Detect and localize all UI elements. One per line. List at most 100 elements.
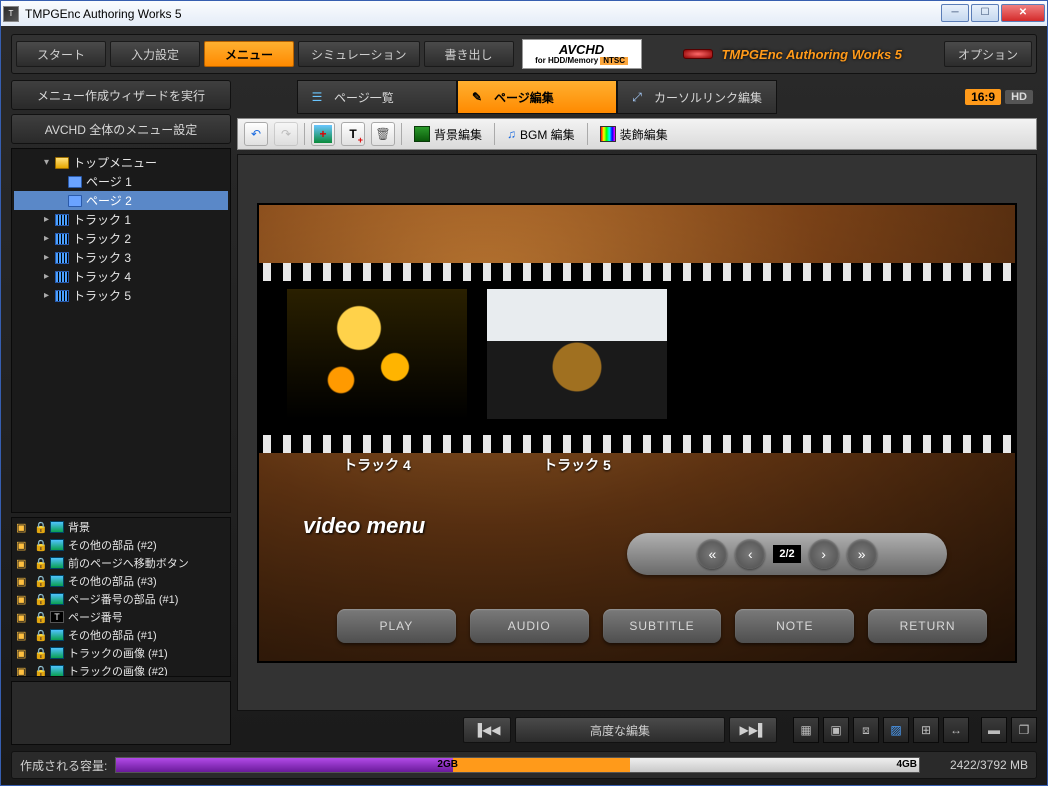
layout-button[interactable]: ⊞ bbox=[913, 717, 939, 743]
lock-icon[interactable]: 🔒 bbox=[34, 557, 46, 570]
edit-bgm-button[interactable]: ♫ BGM 編集 bbox=[501, 126, 581, 143]
window-close-button[interactable]: ✕ bbox=[1001, 4, 1045, 22]
page-indicator: 2/2 bbox=[773, 545, 800, 563]
layer-item[interactable]: ▣🔒その他の部品 (#3) bbox=[12, 572, 230, 590]
advanced-edit-button[interactable]: 高度な編集 bbox=[515, 717, 725, 743]
menu-play-button[interactable]: PLAY bbox=[337, 609, 456, 643]
delete-button[interactable]: 🗑 bbox=[371, 122, 395, 146]
tab-simulation[interactable]: シミュレーション bbox=[298, 41, 420, 67]
editor-canvas[interactable]: トラック 4 トラック 5 video menu « ‹ 2/2 › » PLA… bbox=[237, 154, 1037, 711]
edit-background-button[interactable]: 背景編集 bbox=[408, 126, 488, 143]
tree-page-2[interactable]: ページ 2 bbox=[14, 191, 228, 210]
window-minimize-button[interactable]: ─ bbox=[941, 4, 969, 22]
eye-icon[interactable]: ▣ bbox=[16, 629, 30, 642]
single-view-button[interactable]: ▬ bbox=[981, 717, 1007, 743]
tab-menu[interactable]: メニュー bbox=[204, 41, 294, 67]
music-icon: ♫ bbox=[507, 127, 516, 141]
last-page-button[interactable]: » bbox=[847, 539, 877, 569]
film-icon bbox=[55, 252, 69, 264]
tree-track-3[interactable]: ▸トラック 3 bbox=[14, 248, 228, 267]
menu-subtitle-button[interactable]: SUBTITLE bbox=[603, 609, 722, 643]
track-5-thumbnail[interactable] bbox=[487, 289, 667, 419]
subtab-cursor-link[interactable]: ⤢ カーソルリンク編集 bbox=[617, 80, 777, 114]
aspect-indicator: 16:9 HD bbox=[965, 80, 1037, 114]
safe-area-button[interactable]: ▣ bbox=[823, 717, 849, 743]
eye-icon[interactable]: ▣ bbox=[16, 593, 30, 606]
layer-item[interactable]: ▣🔒トラックの画像 (#2) bbox=[12, 662, 230, 677]
tree-top-menu[interactable]: ▾トップメニュー bbox=[14, 153, 228, 172]
lock-icon[interactable]: 🔒 bbox=[34, 521, 46, 534]
add-text-button[interactable]: T+ bbox=[341, 122, 365, 146]
select-all-button[interactable]: ▨ bbox=[883, 717, 909, 743]
layer-type-icon bbox=[50, 557, 64, 569]
track-4-label: トラック 4 bbox=[287, 455, 467, 475]
menu-audio-button[interactable]: AUDIO bbox=[470, 609, 589, 643]
canvas-bottom-bar: ▐◀◀ 高度な編集 ▶▶▌ ▦ ▣ ⧈ ▨ ⊞ ↔ ▬ ❐ bbox=[237, 715, 1037, 745]
tab-input[interactable]: 入力設定 bbox=[110, 41, 200, 67]
eye-icon[interactable]: ▣ bbox=[16, 557, 30, 570]
layer-list[interactable]: ▣🔒背景 ▣🔒その他の部品 (#2) ▣🔒前のページへ移動ボタン ▣🔒その他の部… bbox=[11, 517, 231, 677]
menu-note-button[interactable]: NOTE bbox=[735, 609, 854, 643]
lock-icon[interactable]: 🔒 bbox=[34, 539, 46, 552]
tree-track-2[interactable]: ▸トラック 2 bbox=[14, 229, 228, 248]
format-badge: AVCHD for HDD/Memory NTSC bbox=[522, 39, 642, 69]
global-settings-button[interactable]: AVCHD 全体のメニュー設定 bbox=[11, 114, 231, 144]
multi-view-button[interactable]: ❐ bbox=[1011, 717, 1037, 743]
tab-write[interactable]: 書き出し bbox=[424, 41, 514, 67]
brand-led-icon bbox=[683, 49, 713, 59]
wizard-button[interactable]: メニュー作成ウィザードを実行 bbox=[11, 80, 231, 110]
first-page-button[interactable]: « bbox=[697, 539, 727, 569]
tv-safe-button[interactable]: ⧈ bbox=[853, 717, 879, 743]
next-item-button[interactable]: ▶▶▌ bbox=[729, 717, 777, 743]
subtab-page-list[interactable]: ☰ ページ一覧 bbox=[297, 80, 457, 114]
layer-item[interactable]: ▣🔒Tページ番号 bbox=[12, 608, 230, 626]
right-panel: ☰ ページ一覧 ✎ ページ編集 ⤢ カーソルリンク編集 16:9 HD bbox=[237, 80, 1037, 745]
prev-page-button[interactable]: ‹ bbox=[735, 539, 765, 569]
edit-decoration-button[interactable]: 装飾編集 bbox=[594, 126, 674, 143]
layer-type-icon bbox=[50, 629, 64, 641]
window-maximize-button[interactable]: ☐ bbox=[971, 4, 999, 22]
add-image-button[interactable]: + bbox=[311, 122, 335, 146]
layer-item[interactable]: ▣🔒背景 bbox=[12, 518, 230, 536]
next-page-button[interactable]: › bbox=[809, 539, 839, 569]
layer-item[interactable]: ▣🔒トラックの画像 (#1) bbox=[12, 644, 230, 662]
prev-item-button[interactable]: ▐◀◀ bbox=[463, 717, 511, 743]
layer-type-icon bbox=[50, 539, 64, 551]
tree-page-1[interactable]: ページ 1 bbox=[14, 172, 228, 191]
arrows-icon: ⤢ bbox=[628, 88, 646, 106]
brand-area: TMPGEnc Authoring Works 5 bbox=[646, 47, 940, 62]
menu-tree[interactable]: ▾トップメニュー ページ 1 ページ 2 ▸トラック 1 ▸トラック 2 ▸トラ… bbox=[11, 148, 231, 513]
eye-icon[interactable]: ▣ bbox=[16, 575, 30, 588]
eye-icon[interactable]: ▣ bbox=[16, 611, 30, 624]
film-icon bbox=[55, 233, 69, 245]
lock-icon[interactable]: 🔒 bbox=[34, 593, 46, 606]
undo-button[interactable]: ↶ bbox=[244, 122, 268, 146]
track-4-thumbnail[interactable] bbox=[287, 289, 467, 419]
capacity-marker-2gb: 2GB bbox=[437, 759, 458, 770]
fit-width-button[interactable]: ↔ bbox=[943, 717, 969, 743]
lock-icon[interactable]: 🔒 bbox=[34, 665, 46, 678]
layer-item[interactable]: ▣🔒ページ番号の部品 (#1) bbox=[12, 590, 230, 608]
page-nav-pill: « ‹ 2/2 › » bbox=[627, 533, 947, 575]
tree-track-5[interactable]: ▸トラック 5 bbox=[14, 286, 228, 305]
eye-icon[interactable]: ▣ bbox=[16, 665, 30, 678]
lock-icon[interactable]: 🔒 bbox=[34, 629, 46, 642]
layer-item[interactable]: ▣🔒その他の部品 (#1) bbox=[12, 626, 230, 644]
tab-start[interactable]: スタート bbox=[16, 41, 106, 67]
eye-icon[interactable]: ▣ bbox=[16, 647, 30, 660]
menu-return-button[interactable]: RETURN bbox=[868, 609, 987, 643]
tab-option[interactable]: オプション bbox=[944, 41, 1032, 67]
tree-track-4[interactable]: ▸トラック 4 bbox=[14, 267, 228, 286]
eye-icon[interactable]: ▣ bbox=[16, 521, 30, 534]
lock-icon[interactable]: 🔒 bbox=[34, 575, 46, 588]
grid-view-button[interactable]: ▦ bbox=[793, 717, 819, 743]
redo-button[interactable]: ↷ bbox=[274, 122, 298, 146]
lock-icon[interactable]: 🔒 bbox=[34, 611, 46, 624]
layer-item[interactable]: ▣🔒その他の部品 (#2) bbox=[12, 536, 230, 554]
decoration-icon bbox=[600, 126, 616, 142]
subtab-page-edit[interactable]: ✎ ページ編集 bbox=[457, 80, 617, 114]
tree-track-1[interactable]: ▸トラック 1 bbox=[14, 210, 228, 229]
lock-icon[interactable]: 🔒 bbox=[34, 647, 46, 660]
eye-icon[interactable]: ▣ bbox=[16, 539, 30, 552]
layer-item[interactable]: ▣🔒前のページへ移動ボタン bbox=[12, 554, 230, 572]
